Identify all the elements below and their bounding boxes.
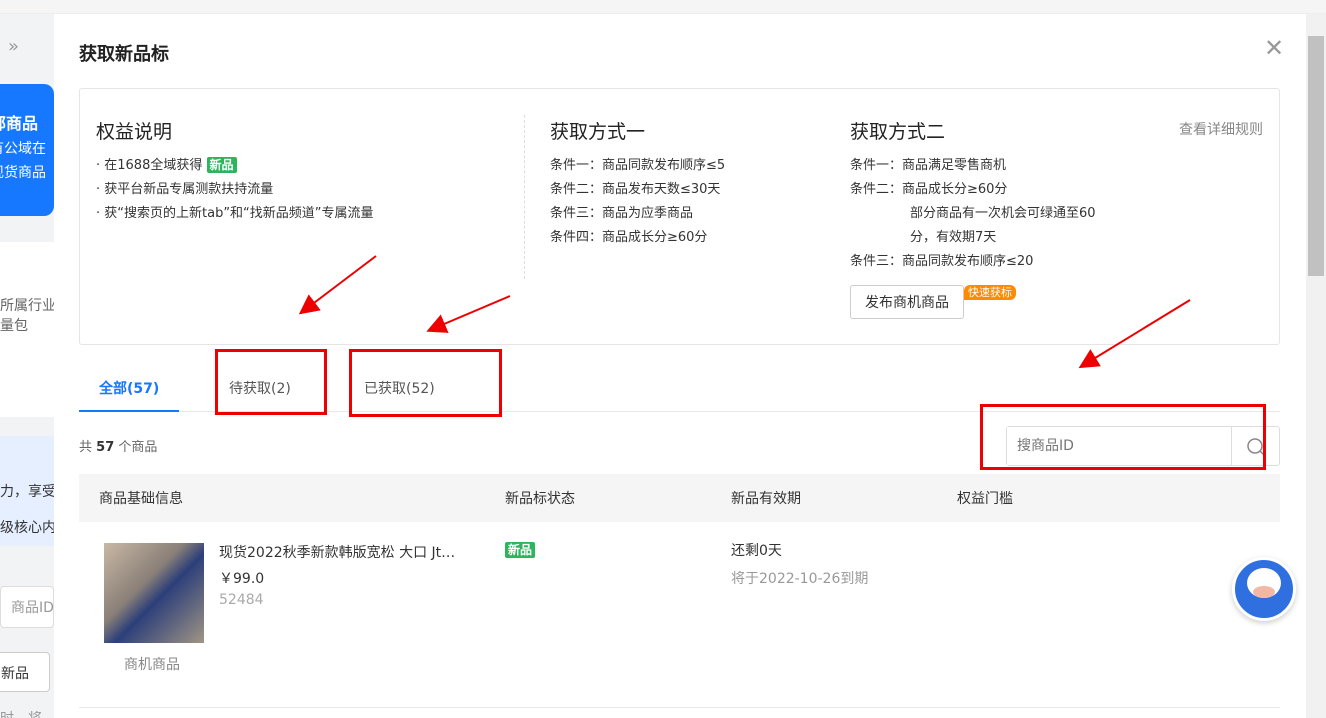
benefits-section: 权益说明 · 在1688全域获得 新品 · 获平台新品专属测款扶持流量 · 获“…	[96, 117, 374, 226]
total-count: 共 57 个商品	[79, 436, 157, 455]
condition-item: 条件四：商品成长分≥60分	[550, 226, 725, 250]
product-name[interactable]: 现货2022秋季新款韩版宽松 大口 Jth*b...	[219, 542, 464, 562]
condition-item: 条件三：商品同款发布顺序≤20	[850, 250, 1096, 274]
product-price: ￥99.0	[219, 568, 264, 588]
method-two-section: 获取方式二 条件一：商品满足零售商机 条件二：商品成长分≥60分 部分商品有一次…	[850, 117, 1096, 274]
assistant-avatar-button[interactable]	[1232, 557, 1296, 621]
cow-nose-icon	[1253, 586, 1275, 598]
product-id: 52484	[219, 592, 264, 608]
condition-item: 条件二：商品成长分≥60分	[850, 178, 1096, 202]
annotation-box	[980, 404, 1266, 470]
condition-item: 条件一：商品同款发布顺序≤5	[550, 154, 725, 178]
card-text: 级核心内容	[0, 520, 54, 536]
method-two-heading: 获取方式二	[850, 117, 1096, 144]
column-header: 权益门槛	[957, 488, 1013, 508]
banner-title: 部商品	[0, 114, 38, 133]
close-icon[interactable]: ✕	[1264, 34, 1284, 62]
banner-text: 有公域在	[0, 141, 46, 157]
top-bar	[0, 0, 1326, 14]
info-panel: 权益说明 · 在1688全域获得 新品 · 获平台新品专属测款扶持流量 · 获“…	[79, 88, 1280, 345]
modal-title: 获取新品标	[79, 40, 169, 66]
new-tag-status-badge: 新品	[505, 542, 535, 558]
table-header: 商品基础信息 新品标状态 新品有效期 权益门槛	[79, 474, 1280, 522]
card-text: 力，享受	[0, 484, 54, 500]
condition-note: 部分商品有一次机会可绿通至60	[850, 202, 1096, 226]
total-number: 57	[96, 440, 114, 455]
benefit-item: · 获“搜索页的上新tab”和“找新品频道”专属流量	[96, 202, 374, 226]
condition-item: 条件二：商品发布天数≤30天	[550, 178, 725, 202]
method-one-section: 获取方式一 条件一：商品同款发布顺序≤5 条件二：商品发布天数≤30天 条件三：…	[550, 117, 725, 250]
table-row: 商机商品 现货2022秋季新款韩版宽松 大口 Jth*b... ￥99.0 52…	[79, 522, 1280, 708]
benefit-item: · 获平台新品专属测款扶持流量	[96, 178, 374, 202]
view-detailed-rules-link[interactable]: 查看详细规则	[1179, 119, 1263, 139]
banner-text: 现货商品	[0, 165, 46, 181]
column-header: 新品标状态	[505, 488, 575, 508]
expand-chevron-icon[interactable]: »	[8, 36, 19, 57]
annotation-box	[349, 349, 502, 417]
total-suffix: 个商品	[118, 440, 157, 455]
validity-remaining: 还剩0天	[731, 540, 782, 560]
background-button[interactable]: 新品	[0, 652, 50, 692]
tab-all[interactable]: 全部(57)	[79, 378, 179, 412]
column-header: 商品基础信息	[99, 488, 183, 508]
benefits-heading: 权益说明	[96, 117, 374, 144]
divider	[524, 115, 525, 279]
card-text: 量包	[0, 318, 28, 334]
condition-item: 条件一：商品满足零售商机	[850, 154, 1096, 178]
condition-item: 条件三：商品为应季商品	[550, 202, 725, 226]
product-caption: 商机商品	[124, 654, 180, 674]
product-thumbnail[interactable]	[104, 543, 204, 643]
background-input[interactable]: 商品ID	[0, 586, 54, 628]
background-banner: 部商品有公域在现货商品	[0, 84, 54, 216]
background-card: 所属行业量包	[0, 242, 54, 417]
condition-note: 分，有效期7天	[850, 226, 1096, 250]
fast-tag-badge: 快速获标	[964, 285, 1016, 300]
background-card: 力，享受级核心内容	[0, 436, 54, 546]
publish-opportunity-product-button[interactable]: 发布商机商品	[850, 285, 964, 319]
new-badge: 新品	[207, 157, 237, 173]
column-header: 新品有效期	[731, 488, 801, 508]
method-one-heading: 获取方式一	[550, 117, 725, 144]
scrollbar-thumb[interactable]	[1308, 36, 1324, 276]
benefit-item: · 在1688全域获得	[96, 158, 202, 173]
validity-expiry: 将于2022-10-26到期	[731, 568, 868, 588]
total-prefix: 共	[79, 440, 92, 455]
annotation-box	[215, 349, 327, 415]
card-text: 所属行业	[0, 298, 54, 314]
background-text: 时，将	[0, 708, 42, 718]
